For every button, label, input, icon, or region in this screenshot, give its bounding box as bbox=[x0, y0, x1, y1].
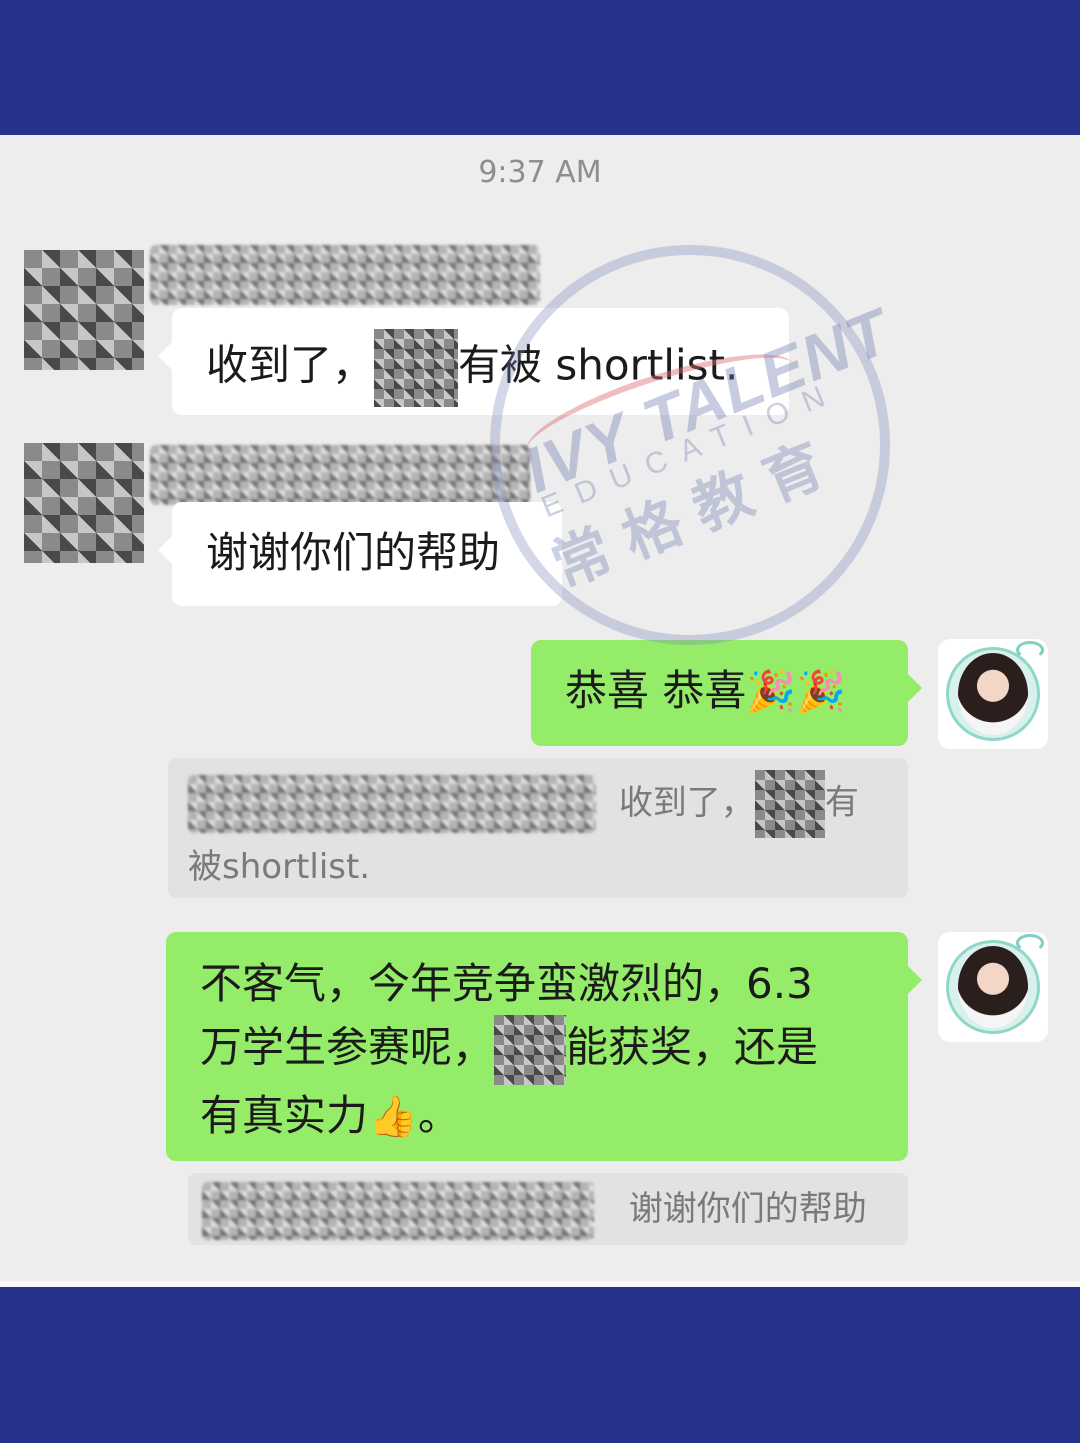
redacted-name bbox=[754, 770, 825, 838]
message-text: 有真实力 bbox=[200, 1091, 369, 1140]
avatar-redacted[interactable] bbox=[24, 443, 144, 563]
redacted-name bbox=[374, 329, 459, 407]
bottom-banner bbox=[0, 1287, 1080, 1443]
message-bubble-self[interactable]: 不客气，今年竞争蛮激烈的，6.3 万学生参赛呢， 能获奖，还是 有真实力👍。 bbox=[166, 932, 922, 1161]
quoted-sender-redacted bbox=[188, 775, 596, 833]
message-text: 收到了， bbox=[206, 340, 375, 390]
avatar-redacted[interactable] bbox=[24, 250, 144, 370]
sender-name-redacted bbox=[150, 245, 540, 305]
thumbs-up-emoji: 👍 bbox=[368, 1094, 418, 1140]
message-text: 恭喜 恭喜 bbox=[565, 666, 747, 715]
top-banner bbox=[0, 0, 1080, 135]
profile-photo bbox=[958, 653, 1028, 735]
message-text: 有被 shortlist. bbox=[458, 340, 739, 390]
quoted-sender-redacted bbox=[202, 1181, 594, 1240]
quoted-text: 被shortlist. bbox=[188, 847, 371, 887]
party-popper-emoji: 🎉🎉 bbox=[746, 669, 846, 715]
quoted-text: 收到了， bbox=[618, 782, 755, 823]
profile-photo bbox=[958, 946, 1028, 1028]
message-bubble[interactable]: 谢谢你们的帮助 bbox=[158, 502, 562, 606]
self-avatar[interactable] bbox=[938, 639, 1048, 749]
message-text: 谢谢你们的帮助 bbox=[206, 528, 501, 577]
message-text: 万学生参赛呢， bbox=[200, 1022, 495, 1072]
message-text: 。 bbox=[417, 1091, 460, 1140]
quoted-text: 谢谢你们的帮助 bbox=[628, 1189, 867, 1229]
watermark-cn: 常格教育 bbox=[542, 423, 850, 601]
quoted-message[interactable]: 谢谢你们的帮助 bbox=[188, 1173, 908, 1245]
sender-name-redacted bbox=[150, 445, 530, 505]
quoted-message[interactable]: 收到了， 有 被shortlist. bbox=[168, 758, 908, 898]
chat-area[interactable]: 9:37 AM 收到了， 有被 shortlist. 谢谢你们的帮助 恭喜 恭喜🎉… bbox=[0, 135, 1080, 1281]
message-timestamp: 9:37 AM bbox=[478, 155, 602, 190]
message-bubble-self[interactable]: 恭喜 恭喜🎉🎉 bbox=[531, 640, 922, 746]
leaf-icon bbox=[1016, 934, 1044, 952]
message-bubble[interactable]: 收到了， 有被 shortlist. bbox=[158, 308, 789, 415]
leaf-icon bbox=[1016, 641, 1044, 659]
message-text: 能获奖，还是 bbox=[566, 1022, 819, 1072]
self-avatar[interactable] bbox=[938, 932, 1048, 1042]
redacted-name bbox=[494, 1015, 567, 1085]
message-text: 不客气，今年竞争蛮激烈的，6.3 bbox=[200, 959, 813, 1008]
quoted-text: 有 bbox=[824, 782, 859, 823]
